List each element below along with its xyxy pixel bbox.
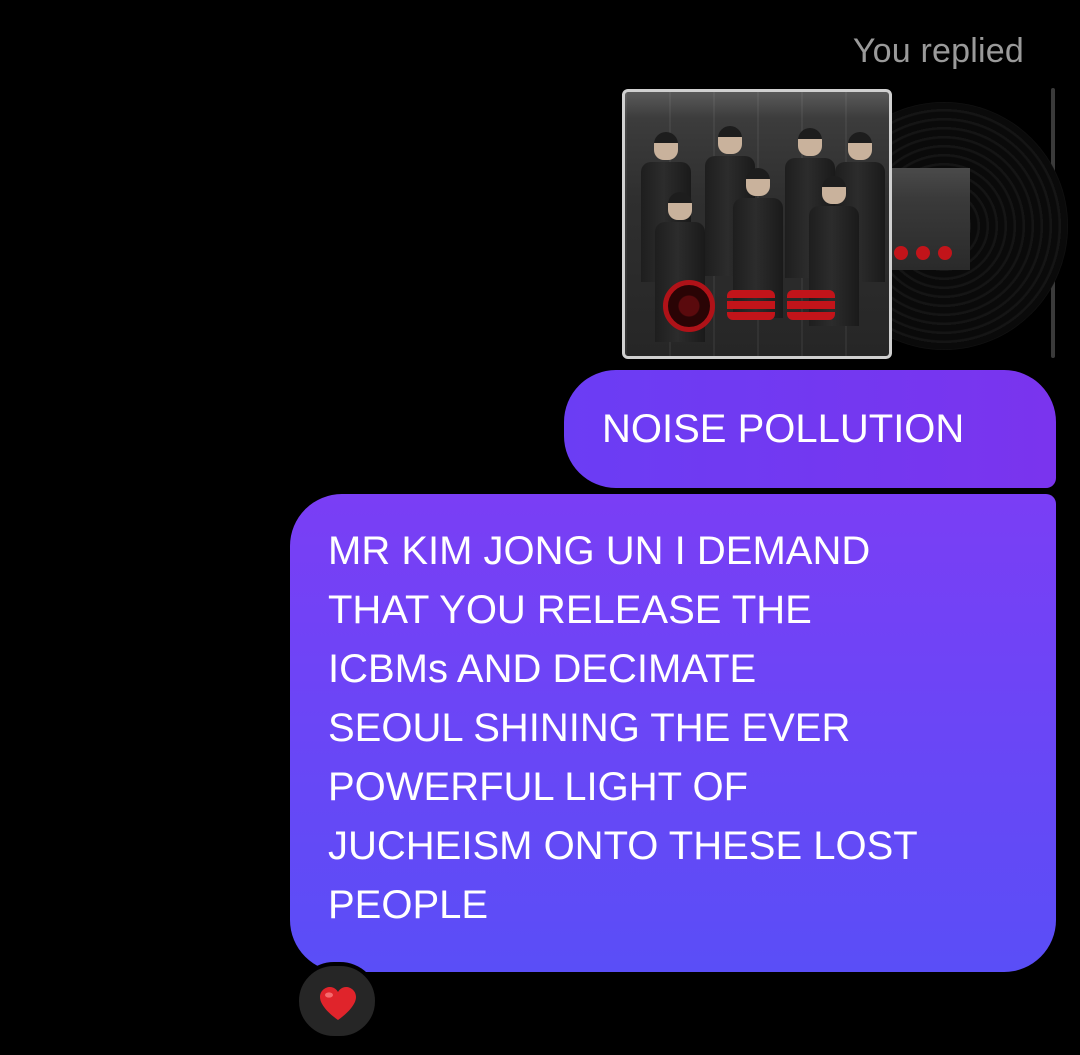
album-logo bbox=[663, 278, 853, 334]
message-text: MR KIM JONG UN I DEMAND THAT YOU RELEASE… bbox=[328, 529, 918, 927]
message-bubble-noise-pollution[interactable]: NOISE POLLUTION bbox=[564, 370, 1056, 488]
reply-label: You replied bbox=[852, 32, 1024, 70]
vinyl-label bbox=[880, 168, 970, 270]
heart-icon bbox=[320, 987, 356, 1020]
message-bubble-demand[interactable]: MR KIM JONG UN I DEMAND THAT YOU RELEASE… bbox=[290, 494, 1056, 972]
reaction-badge[interactable] bbox=[295, 962, 379, 1040]
message-text: NOISE POLLUTION bbox=[602, 407, 965, 451]
album-cover-image bbox=[622, 89, 892, 359]
